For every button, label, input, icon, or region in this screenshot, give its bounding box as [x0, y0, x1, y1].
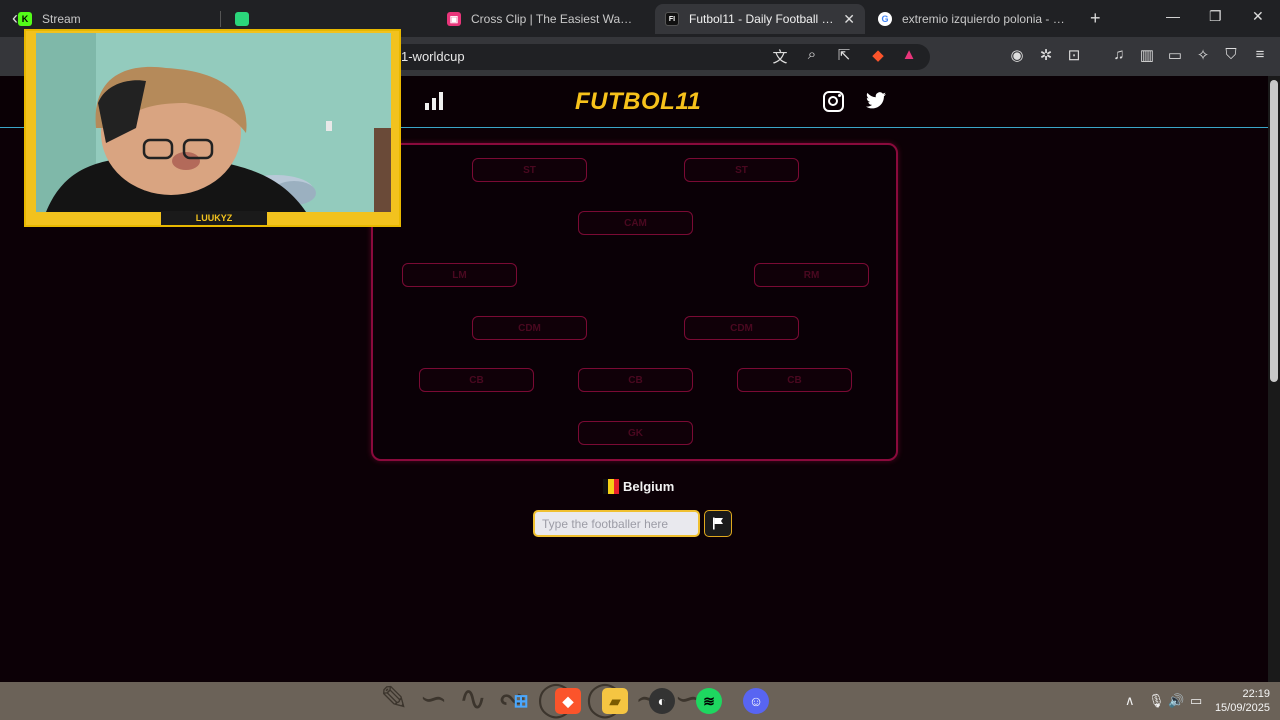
crossclip-icon: ▣	[447, 12, 461, 26]
tray-overflow-icon[interactable]: ∧	[1125, 693, 1135, 709]
scrollbar-thumb[interactable]	[1270, 80, 1278, 382]
minimize-icon[interactable]: —	[1166, 8, 1180, 24]
close-window-icon[interactable]: ✕	[1252, 8, 1264, 25]
brave-rewards-icon[interactable]: ▲	[899, 46, 919, 63]
formation-pitch	[371, 143, 898, 461]
tab-futbol11[interactable]: FI Futbol11 - Daily Football Gan ✕	[655, 4, 865, 34]
network-icon[interactable]: ▭	[1190, 693, 1202, 709]
tab-separator	[220, 11, 221, 27]
slot-st-right[interactable]: ST	[684, 158, 799, 182]
screenshot-icon[interactable]: ⊡	[1064, 46, 1084, 64]
flag-icon	[713, 517, 723, 530]
clock-time: 22:19	[1242, 688, 1270, 700]
translate-icon[interactable]: 文	[770, 46, 790, 67]
country-name: Belgium	[623, 479, 675, 494]
slot-cb-left[interactable]: CB	[419, 368, 534, 392]
discord-icon[interactable]: ☺	[743, 688, 769, 714]
twitter-icon[interactable]	[866, 92, 886, 109]
taskbar-clock[interactable]: 22:19 15/09/2025	[1212, 687, 1270, 715]
sidebar-icon[interactable]: ▥	[1137, 46, 1157, 64]
slot-gk[interactable]: GK	[578, 421, 693, 445]
google-icon: G	[878, 12, 892, 26]
futbol11-favicon-icon: FI	[665, 12, 679, 26]
extensions-icon[interactable]: ✲	[1036, 46, 1056, 64]
clock-date: 15/09/2025	[1214, 702, 1270, 714]
taskbar-wallpaper-decoration: ✎ ∽ ∿ ∾ ◯ ◯ ∼ ∽	[380, 682, 703, 719]
site-logo[interactable]: FUTBOL11	[575, 88, 701, 116]
volume-icon[interactable]: 🔊	[1168, 693, 1184, 709]
slot-cam[interactable]: CAM	[578, 211, 693, 235]
back-arrow-icon[interactable]: ‹	[12, 8, 18, 29]
vpn-shield-icon[interactable]: ⛉	[1221, 46, 1241, 63]
slot-cb-center[interactable]: CB	[578, 368, 693, 392]
country-label: Belgium	[603, 479, 674, 494]
menu-icon[interactable]: ≡	[1250, 46, 1270, 63]
slot-lm[interactable]: LM	[402, 263, 517, 287]
spotify-icon[interactable]: ≋	[696, 688, 722, 714]
brave-browser-icon[interactable]: ◆	[555, 688, 581, 714]
kick-icon: K	[18, 12, 32, 26]
windows-start-icon[interactable]: ⊞	[508, 688, 534, 714]
restore-icon[interactable]: ❐	[1209, 8, 1222, 25]
webcam-person-image	[36, 33, 391, 212]
instagram-icon[interactable]	[823, 91, 844, 112]
brave-shields-icon[interactable]: ◆	[868, 46, 888, 64]
leo-ai-icon[interactable]: ✧	[1193, 46, 1213, 64]
app-icon	[235, 12, 249, 26]
belgium-flag-icon	[603, 479, 619, 494]
slot-cdm-right[interactable]: CDM	[684, 316, 799, 340]
footballer-search-input[interactable]	[533, 510, 700, 537]
tab-crossclip[interactable]: ▣ Cross Clip | The Easiest Way to Co	[437, 4, 647, 34]
webcam-feed	[36, 33, 391, 212]
media-icon[interactable]: ♫	[1109, 46, 1129, 63]
url-text[interactable]: 1-worldcup	[401, 49, 465, 64]
webcam-overlay: LUUKYZ	[24, 29, 401, 227]
slot-rm[interactable]: RM	[754, 263, 869, 287]
slot-cdm-left[interactable]: CDM	[472, 316, 587, 340]
streamer-name-label: LUUKYZ	[161, 211, 267, 225]
wallet-icon[interactable]: ▭	[1165, 46, 1185, 64]
vpn-icon[interactable]: ◉	[1007, 46, 1027, 64]
give-up-flag-button[interactable]	[704, 510, 732, 537]
microphone-icon[interactable]: 🎙	[1148, 693, 1165, 709]
file-explorer-icon[interactable]: ▰	[602, 688, 628, 714]
slot-st-left[interactable]: ST	[472, 158, 587, 182]
stats-icon[interactable]	[425, 92, 443, 110]
new-tab-icon[interactable]: +	[1090, 8, 1101, 29]
slot-cb-right[interactable]: CB	[737, 368, 852, 392]
tab-google-search[interactable]: G extremio izquierdo polonia - Busc	[868, 4, 1078, 34]
obs-studio-icon[interactable]: ◐	[649, 688, 675, 714]
share-icon[interactable]: ⇱	[834, 46, 854, 64]
zoom-icon[interactable]: ⌕	[802, 46, 822, 63]
close-tab-icon[interactable]: ✕	[843, 11, 855, 28]
